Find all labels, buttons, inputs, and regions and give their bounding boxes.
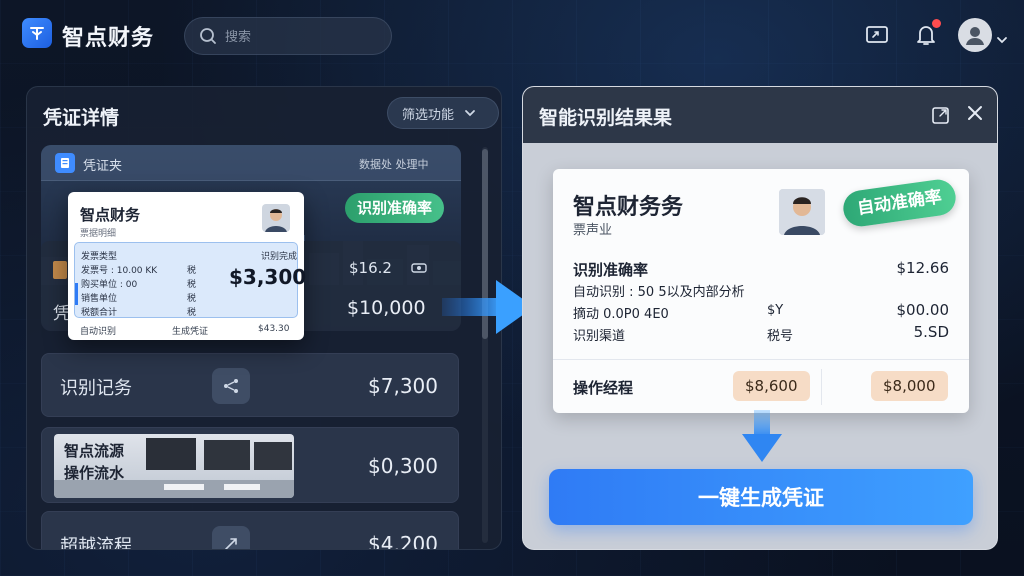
search-box[interactable] xyxy=(184,17,392,55)
thumb-title: 智点流源 xyxy=(64,442,125,460)
row-amount: $7,300 xyxy=(368,374,438,398)
receipt-amount: $3,300 xyxy=(229,265,307,289)
receipt-line: 发票号 : 10.00 KK xyxy=(81,266,158,276)
filter-dropdown[interactable]: 筛选功能 xyxy=(387,97,499,129)
search-icon xyxy=(199,27,217,49)
channel-value: 5.SD xyxy=(913,323,949,341)
receipt-tax: 税 xyxy=(187,308,197,318)
accuracy-badge: 识别准确率 xyxy=(345,193,445,223)
person-avatar xyxy=(262,204,290,232)
receipt-preview[interactable]: 智点财务 票据明细 发票类型 识别完成 发票号 : 10.00 KK 购买单位 … xyxy=(68,192,306,340)
receipt-tax: 税 xyxy=(187,280,197,290)
row-label: 识别记务 xyxy=(60,378,132,399)
chevron-down-icon xyxy=(465,110,475,117)
recognition-result-panel: 智能识别结果果 智点财务务 票声业 自动准确率 识别准确率 $12.66 自动识… xyxy=(522,86,998,550)
recognition-card: 智点财务务 票声业 自动准确率 识别准确率 $12.66 自动识别 : 50 5… xyxy=(553,169,969,413)
thumb-subtitle: 操作流水 xyxy=(64,464,125,482)
receipt-status: 识别完成 xyxy=(261,252,298,262)
expand-icon[interactable] xyxy=(212,526,250,549)
accuracy-label: 识别准确率 xyxy=(573,261,649,279)
screen-share-icon[interactable] xyxy=(864,22,890,48)
generate-voucher-button[interactable]: 一键生成凭证 xyxy=(549,469,973,525)
receipt-tax: 税 xyxy=(187,266,197,276)
row-label: 超越流程 xyxy=(60,536,132,550)
receipt-line: 购买单位 : 00 xyxy=(81,280,138,290)
share-icon[interactable] xyxy=(212,368,250,404)
app-logo-icon[interactable] xyxy=(22,18,52,48)
list-item[interactable]: 识别记务 $7,300 xyxy=(41,353,459,417)
amount-pill[interactable]: $8,600 xyxy=(733,371,810,401)
panel-header: 智能识别结果果 xyxy=(523,87,997,143)
row-amount: $0,300 xyxy=(368,454,438,478)
card-title: 智点财务务 xyxy=(573,195,684,220)
channel-mid: 税号 xyxy=(767,329,794,344)
auto-recognition-line: 自动识别 : 50 5以及内部分析 xyxy=(573,285,745,300)
receipt-line: 税额合计 xyxy=(81,308,118,318)
list-item[interactable]: 智点流源 操作流水 $0,300 xyxy=(41,427,459,503)
receipt-line: 发票类型 xyxy=(81,252,118,262)
arrow-down-icon xyxy=(742,410,782,462)
card-subtitle: 票声业 xyxy=(573,223,613,238)
document-icon xyxy=(55,153,75,173)
panel-title: 凭证详情 xyxy=(43,107,120,129)
detail-line-label: 摘动 0.0P0 4E0 xyxy=(573,307,669,322)
row-amount: $10,000 xyxy=(347,297,426,319)
panel-title: 智能识别结果果 xyxy=(539,107,673,129)
accuracy-badge: 自动准确率 xyxy=(841,177,958,229)
tag-marker xyxy=(53,261,67,279)
list-item[interactable]: 超越流程 $4,200 xyxy=(41,511,459,550)
filter-label: 筛选功能 xyxy=(402,107,455,123)
row-amount: $4,200 xyxy=(368,532,438,550)
receipt-details: 发票类型 识别完成 发票号 : 10.00 KK 购买单位 : 00 销售单位 … xyxy=(74,242,306,318)
receipt-footer-amount: $43.30 xyxy=(258,324,290,334)
notification-dot xyxy=(932,19,941,28)
workflow-thumbnail: 智点流源 操作流水 xyxy=(54,434,294,498)
divider xyxy=(821,369,822,405)
selection-bar xyxy=(75,283,78,305)
channel-label: 识别渠道 xyxy=(573,329,626,344)
receipt-footer-label: 自动识别 xyxy=(80,327,117,337)
receipt-title: 智点财务 xyxy=(80,206,141,224)
amount-pill[interactable]: $8,000 xyxy=(871,371,948,401)
receipt-footer-action: 生成凭证 xyxy=(172,327,209,337)
top-header: 智点财务 xyxy=(0,0,1024,72)
user-avatar[interactable] xyxy=(958,18,992,52)
person-avatar xyxy=(779,189,825,235)
app-title: 智点财务 xyxy=(62,26,155,51)
feature-status: 数据处 处理中 xyxy=(359,158,429,171)
process-label: 操作经程 xyxy=(573,379,634,397)
chevron-down-icon[interactable] xyxy=(996,30,1008,49)
divider xyxy=(553,359,969,360)
notification-bell-icon[interactable] xyxy=(913,19,941,48)
feature-header: 凭证夹 数据处 处理中 xyxy=(41,145,461,181)
feature-label: 凭证夹 xyxy=(83,159,123,174)
accuracy-value: $12.66 xyxy=(896,259,950,277)
detail-line-mid: $Y xyxy=(767,303,784,318)
settings-icon[interactable] xyxy=(411,261,427,275)
detail-line-value: $00.00 xyxy=(896,301,950,319)
close-icon[interactable] xyxy=(965,103,985,123)
receipt-tax: 税 xyxy=(187,294,197,304)
receipt-line: 销售单位 xyxy=(81,294,118,304)
receipt-subtitle: 票据明细 xyxy=(80,229,117,239)
row-amount: $16.2 xyxy=(349,259,392,277)
popout-icon[interactable] xyxy=(931,105,951,125)
search-input[interactable] xyxy=(225,26,375,48)
